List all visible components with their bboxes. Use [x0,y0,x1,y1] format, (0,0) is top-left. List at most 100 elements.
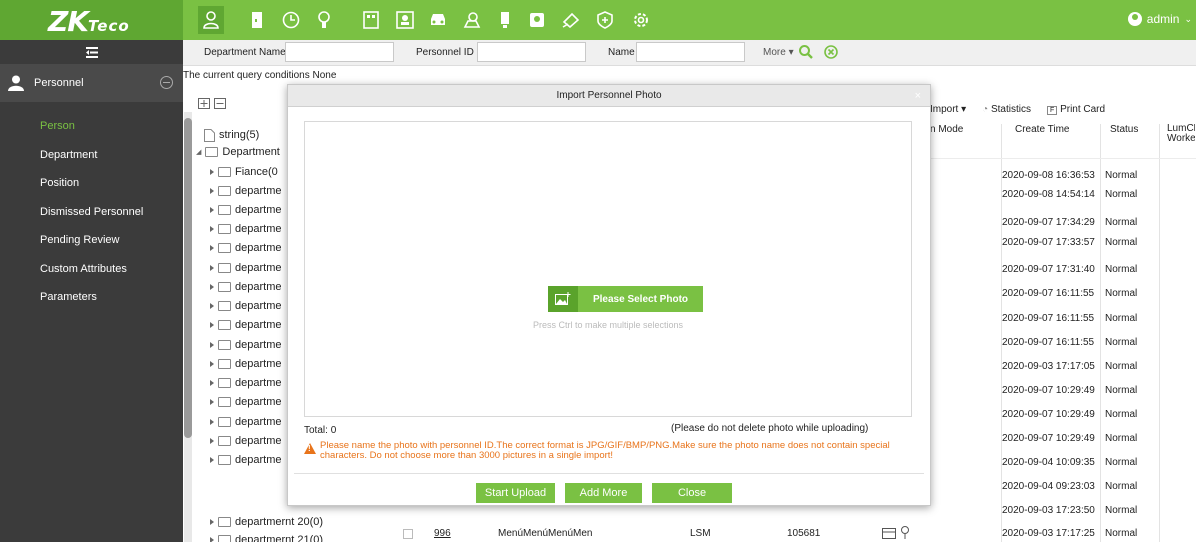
attendance-icon[interactable] [278,6,304,34]
intrusion-icon[interactable] [558,6,584,34]
expand-arrow-icon [210,284,214,290]
collapse-sidebar-icon[interactable] [0,40,183,64]
card-icon [882,528,896,542]
statistics-button[interactable]: ◔ Statistics [982,104,1031,115]
personnel-icon[interactable] [198,6,224,34]
expand-arrow-icon [210,361,214,367]
search-icon[interactable] [798,44,814,63]
sidebar-item-position[interactable]: Position [0,169,183,198]
tree-node[interactable]: departme [210,298,281,314]
department-name-input[interactable] [285,42,394,62]
expand-all-icon[interactable] [198,98,210,109]
more-button[interactable]: More ▾ [763,47,794,58]
tree-node[interactable]: Fiance(0 [210,164,278,180]
start-upload-button[interactable]: Start Upload [476,483,555,503]
tree-node[interactable]: departme [210,433,281,449]
column-header-status[interactable]: Status [1110,124,1138,160]
table-toolbar: Import ▾ ◔ Statistics F Print Card [930,104,1105,115]
table-row-status: Normal [1105,288,1138,299]
personnel-id-link[interactable]: 996 [434,528,451,539]
user-menu[interactable]: admin ⌄ [1127,12,1192,26]
collapse-all-icon[interactable] [214,98,226,109]
personnel-id-input[interactable] [477,42,586,62]
tree-node[interactable]: departme [210,279,281,295]
expand-arrow-icon [210,322,214,328]
expand-arrow-icon [210,169,214,175]
column-header-verification-mode[interactable]: n Mode [930,124,963,160]
folder-icon [218,167,231,177]
total-value: 0 [330,425,337,436]
department-cell: LSM [690,528,711,539]
file-icon [204,128,215,142]
close-icon[interactable]: × [915,85,921,107]
department-tree: string(5) ◢ Department Fiance(0 departme… [192,94,323,542]
settings-icon[interactable] [628,6,654,34]
tree-node[interactable]: departme [210,394,281,410]
visitor-icon[interactable] [392,6,418,34]
module-label: Personnel [34,77,84,89]
tree-node[interactable]: departmernt 20(0) [210,514,323,530]
folder-icon [218,517,231,527]
column-header-lumch-worker[interactable]: LumCh Worker [1167,124,1195,160]
tree-node[interactable]: departme [210,183,281,199]
patrol-icon[interactable] [459,6,485,34]
office-icon[interactable] [492,6,518,34]
collapse-module-icon[interactable] [160,76,173,89]
print-card-button[interactable]: F Print Card [1047,104,1105,115]
sidebar-item-person[interactable]: Person [0,112,183,141]
photo-drop-area[interactable]: Please Select Photo Press Ctrl to make m… [304,121,912,417]
sidebar-item-department[interactable]: Department [0,141,183,170]
sidebar: Personnel Person Department Position Dis… [0,40,183,542]
add-more-button[interactable]: Add More [565,483,642,503]
table-row-status: Normal [1105,217,1138,228]
tree-node[interactable]: departme [210,452,281,468]
tree-node[interactable]: departme [210,260,281,276]
folder-icon [218,224,231,234]
sidebar-item-custom-attributes[interactable]: Custom Attributes [0,255,183,284]
warning-text: Please name the photo with personnel ID.… [320,440,890,461]
import-button[interactable]: Import ▾ [930,104,966,115]
pie-chart-icon: ◔ [982,104,989,115]
table-row-status: Normal [1105,505,1138,516]
select-photo-button[interactable]: Please Select Photo [548,286,703,312]
parking-icon[interactable] [425,6,451,34]
video-icon[interactable] [524,6,550,34]
module-header-personnel[interactable]: Personnel [0,64,183,102]
tree-node[interactable]: ◢ Department [196,144,280,160]
folder-icon [218,535,231,542]
table-row-status: Normal [1105,189,1138,200]
search-bar: Department Name Personnel ID Name More ▾ [183,40,1196,66]
tree-node[interactable]: string(5) [204,127,259,143]
table-row-create-time: 2020-09-07 10:29:49 [1002,409,1095,420]
column-divider [1001,124,1002,542]
access-icon[interactable] [244,6,270,34]
tree-node[interactable]: departmernt 21(0) [210,532,323,542]
sidebar-item-dismissed-personnel[interactable]: Dismissed Personnel [0,198,183,227]
fire-icon[interactable] [592,6,618,34]
folder-icon [218,205,231,215]
tree-node[interactable]: departme [210,375,281,391]
row-checkbox[interactable] [403,529,413,539]
tree-node[interactable]: departme [210,356,281,372]
tree-scrollbar-thumb[interactable] [184,118,192,438]
column-header-create-time[interactable]: Create Time [1015,124,1069,160]
tree-node[interactable]: departme [210,202,281,218]
tree-node[interactable]: departme [210,414,281,430]
elevator-icon[interactable] [311,6,337,34]
card-icon: F [1047,106,1058,115]
tree-node[interactable]: departme [210,337,281,353]
sidebar-item-pending-review[interactable]: Pending Review [0,226,183,255]
folder-icon [218,397,231,407]
name-input[interactable] [636,42,745,62]
tree-node[interactable]: departme [210,317,281,333]
consumption-icon[interactable] [358,6,384,34]
tree-expanded-icon: ◢ [196,149,202,156]
expand-arrow-icon [210,438,214,444]
sidebar-item-parameters[interactable]: Parameters [0,283,183,312]
table-row-status: Normal [1105,313,1138,324]
clear-search-icon[interactable] [823,44,839,63]
tree-node[interactable]: departme [210,240,281,256]
tree-node[interactable]: departme [210,221,281,237]
table-row-status: Normal [1105,409,1138,420]
close-button[interactable]: Close [652,483,732,503]
